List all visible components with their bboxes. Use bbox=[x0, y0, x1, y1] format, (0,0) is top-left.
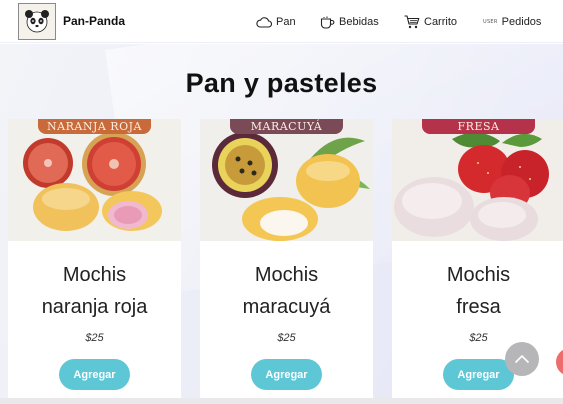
top-navbar: Pan-Panda Pan Bebidas Carrito USER Pedid… bbox=[0, 0, 563, 43]
product-name[interactable]: Mochis fresa bbox=[392, 259, 563, 323]
passion-fruit-mochi-image bbox=[200, 119, 373, 241]
panda-logo[interactable] bbox=[18, 3, 56, 40]
product-card: NARANJA ROJA Mochis naranja roja $25 Agr… bbox=[8, 119, 181, 404]
scroll-to-top-button[interactable] bbox=[505, 342, 539, 376]
product-name[interactable]: Mochis maracuyá bbox=[200, 259, 373, 323]
cloud-icon bbox=[256, 17, 272, 28]
product-price: $25 bbox=[277, 332, 296, 344]
nav-pedidos-label: Pedidos bbox=[501, 16, 542, 28]
brand-name[interactable]: Pan-Panda bbox=[63, 14, 125, 28]
product-name-line1: Mochis bbox=[62, 264, 127, 286]
strawberry-mochi-image bbox=[392, 119, 563, 241]
nav-pedidos[interactable]: USER Pedidos bbox=[483, 14, 541, 30]
main-content: Pan y pasteles NARANJA ROJA Mochis naran… bbox=[0, 44, 563, 404]
nav-bebidas-label: Bebidas bbox=[339, 16, 379, 28]
bottom-strip bbox=[0, 398, 563, 404]
cup-icon bbox=[320, 16, 335, 29]
product-price: $25 bbox=[469, 332, 488, 344]
nav-bebidas[interactable]: Bebidas bbox=[320, 14, 379, 30]
product-name-line2: maracuyá bbox=[242, 296, 331, 318]
panda-logo-icon bbox=[25, 9, 49, 32]
cart-icon bbox=[404, 15, 420, 29]
user-badge-icon: USER bbox=[483, 19, 498, 25]
product-ribbon: FRESA bbox=[422, 119, 535, 134]
product-ribbon: NARANJA ROJA bbox=[38, 119, 151, 134]
product-image[interactable]: NARANJA ROJA bbox=[8, 119, 181, 241]
product-ribbon: MARACUYÁ bbox=[230, 119, 343, 134]
product-image[interactable]: MARACUYÁ bbox=[200, 119, 373, 241]
nav-carrito-label: Carrito bbox=[424, 16, 458, 28]
add-to-cart-button[interactable]: Agregar bbox=[443, 359, 514, 390]
product-name-line2: naranja roja bbox=[41, 296, 148, 318]
chevron-up-icon bbox=[514, 354, 530, 364]
product-image[interactable]: FRESA bbox=[392, 119, 563, 241]
blood-orange-mochi-image bbox=[8, 119, 181, 241]
product-card: MARACUYÁ Mochis maracuyá $25 Agregar bbox=[200, 119, 373, 404]
product-name[interactable]: Mochis naranja roja bbox=[8, 259, 181, 323]
product-name-line1: Mochis bbox=[254, 264, 319, 286]
nav-pan-label: Pan bbox=[276, 16, 296, 28]
product-name-line2: fresa bbox=[456, 296, 501, 318]
add-to-cart-button[interactable]: Agregar bbox=[59, 359, 130, 390]
product-price: $25 bbox=[85, 332, 104, 344]
add-to-cart-button[interactable]: Agregar bbox=[251, 359, 322, 390]
product-name-line1: Mochis bbox=[446, 264, 511, 286]
nav-pan[interactable]: Pan bbox=[256, 14, 296, 30]
page-title: Pan y pasteles bbox=[185, 68, 378, 98]
nav-carrito[interactable]: Carrito bbox=[404, 14, 457, 30]
